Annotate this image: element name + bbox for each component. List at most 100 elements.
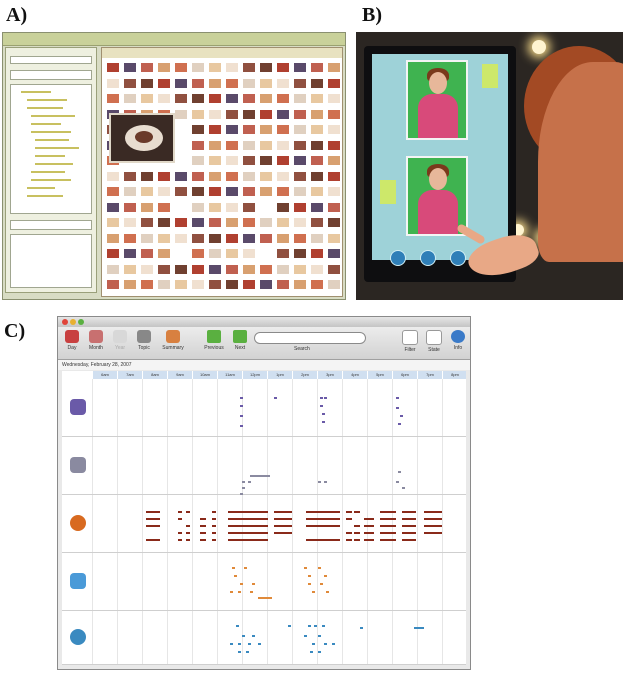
photo-thumbnail[interactable]: [259, 139, 273, 151]
search-input[interactable]: [254, 332, 366, 344]
activity-mark[interactable]: [250, 591, 253, 593]
activity-mark[interactable]: [240, 425, 243, 427]
photo-thumbnail[interactable]: [225, 93, 239, 104]
activity-mark[interactable]: [402, 511, 416, 513]
photo-thumbnail[interactable]: [276, 232, 290, 244]
activity-mark[interactable]: [364, 539, 374, 541]
activity-mark[interactable]: [146, 539, 160, 541]
activity-mark[interactable]: [360, 627, 363, 629]
photo-thumbnail[interactable]: [191, 232, 205, 244]
photo-thumbnail[interactable]: [123, 279, 137, 290]
photo-thumbnail[interactable]: [259, 186, 273, 197]
photo-thumbnail[interactable]: [208, 62, 222, 73]
photo-thumbnail[interactable]: [259, 77, 273, 89]
photo-thumbnail[interactable]: [293, 93, 307, 104]
activity-mark[interactable]: [240, 415, 243, 417]
enlarged-photo[interactable]: [109, 113, 175, 163]
photo-thumbnail[interactable]: [293, 124, 307, 135]
activity-mark[interactable]: [314, 625, 317, 627]
activity-mark[interactable]: [258, 597, 272, 599]
photo-thumbnail[interactable]: [310, 124, 324, 135]
photo-thumbnail[interactable]: [208, 124, 222, 135]
photo-thumbnail[interactable]: [225, 279, 239, 290]
photo-thumbnail[interactable]: [327, 186, 341, 197]
photo-thumbnail[interactable]: [140, 93, 154, 104]
photo-thumbnail[interactable]: [327, 263, 341, 275]
photo-thumbnail[interactable]: [242, 170, 256, 182]
photo-thumbnail[interactable]: [191, 108, 205, 120]
photo-thumbnail[interactable]: [242, 232, 256, 244]
activity-mark[interactable]: [324, 643, 327, 645]
photo-thumbnail[interactable]: [310, 62, 324, 73]
year-button[interactable]: Year: [108, 330, 132, 351]
activity-mark[interactable]: [230, 643, 233, 645]
photo-thumbnail[interactable]: [242, 124, 256, 135]
activity-mark[interactable]: [320, 583, 323, 585]
activity-mark[interactable]: [146, 511, 160, 513]
photo-thumbnail[interactable]: [259, 93, 273, 104]
activity-mark[interactable]: [308, 583, 311, 585]
photo-thumbnail[interactable]: [327, 77, 341, 89]
photo-thumbnail[interactable]: [123, 62, 137, 73]
activity-mark[interactable]: [274, 511, 292, 513]
photo-thumbnail[interactable]: [293, 108, 307, 120]
photo-thumbnail[interactable]: [225, 62, 239, 73]
activity-mark[interactable]: [200, 518, 206, 520]
activity-mark[interactable]: [246, 651, 249, 653]
activity-mark[interactable]: [232, 567, 235, 569]
photo-thumbnail[interactable]: [208, 170, 222, 182]
photo-thumbnail[interactable]: [208, 77, 222, 89]
activity-mark[interactable]: [364, 525, 374, 527]
photo-thumbnail[interactable]: [157, 93, 171, 104]
activity-mark[interactable]: [228, 532, 268, 534]
photo-thumbnail[interactable]: [276, 124, 290, 135]
zoom-icon[interactable]: [78, 319, 84, 325]
photo-thumbnail[interactable]: [242, 217, 256, 228]
photo-thumbnail[interactable]: [276, 170, 290, 182]
activity-mark[interactable]: [242, 635, 245, 637]
photo-thumbnail[interactable]: [191, 217, 205, 228]
activity-mark[interactable]: [274, 397, 277, 399]
photo-thumbnail[interactable]: [208, 139, 222, 151]
photo-thumbnail[interactable]: [225, 139, 239, 151]
activity-mark[interactable]: [238, 651, 241, 653]
photo-thumbnail[interactable]: [242, 108, 256, 120]
activity-mark[interactable]: [318, 567, 321, 569]
activity-mark[interactable]: [146, 518, 160, 520]
photo-thumbnail[interactable]: [259, 62, 273, 73]
photo-thumbnail[interactable]: [310, 155, 324, 166]
photo-thumbnail[interactable]: [310, 170, 324, 182]
day-button[interactable]: Day: [60, 330, 84, 351]
photo-thumbnail[interactable]: [157, 279, 171, 290]
portrait-photo-top[interactable]: [406, 60, 468, 140]
activity-mark[interactable]: [252, 635, 255, 637]
photo-thumbnail[interactable]: [276, 108, 290, 120]
photo-thumbnail[interactable]: [123, 263, 137, 275]
previous-button[interactable]: Previous: [200, 330, 228, 351]
activity-mark[interactable]: [402, 487, 405, 489]
activity-mark[interactable]: [308, 625, 311, 627]
photo-thumbnail[interactable]: [106, 186, 120, 197]
activity-mark[interactable]: [396, 481, 399, 483]
photo-thumbnail[interactable]: [191, 93, 205, 104]
photo-thumbnail[interactable]: [293, 170, 307, 182]
photo-thumbnail[interactable]: [191, 124, 205, 135]
state-button[interactable]: State: [422, 330, 446, 353]
photo-thumbnail[interactable]: [310, 232, 324, 244]
photo-thumbnail[interactable]: [276, 263, 290, 275]
activity-mark[interactable]: [346, 511, 352, 513]
photo-thumbnail[interactable]: [191, 139, 205, 151]
photo-thumbnail[interactable]: [225, 155, 239, 166]
photo-thumbnail[interactable]: [191, 263, 205, 275]
photo-thumbnail[interactable]: [208, 232, 222, 244]
activity-mark[interactable]: [354, 532, 360, 534]
kiosk-button[interactable]: [450, 250, 466, 266]
activity-mark[interactable]: [346, 532, 352, 534]
activity-mark[interactable]: [396, 397, 399, 399]
photo-thumbnail[interactable]: [157, 62, 171, 73]
activity-mark[interactable]: [380, 518, 396, 520]
topic-button[interactable]: Topic: [132, 330, 156, 351]
activity-mark[interactable]: [320, 405, 323, 407]
activity-mark[interactable]: [230, 591, 233, 593]
photo-thumbnail[interactable]: [327, 124, 341, 135]
